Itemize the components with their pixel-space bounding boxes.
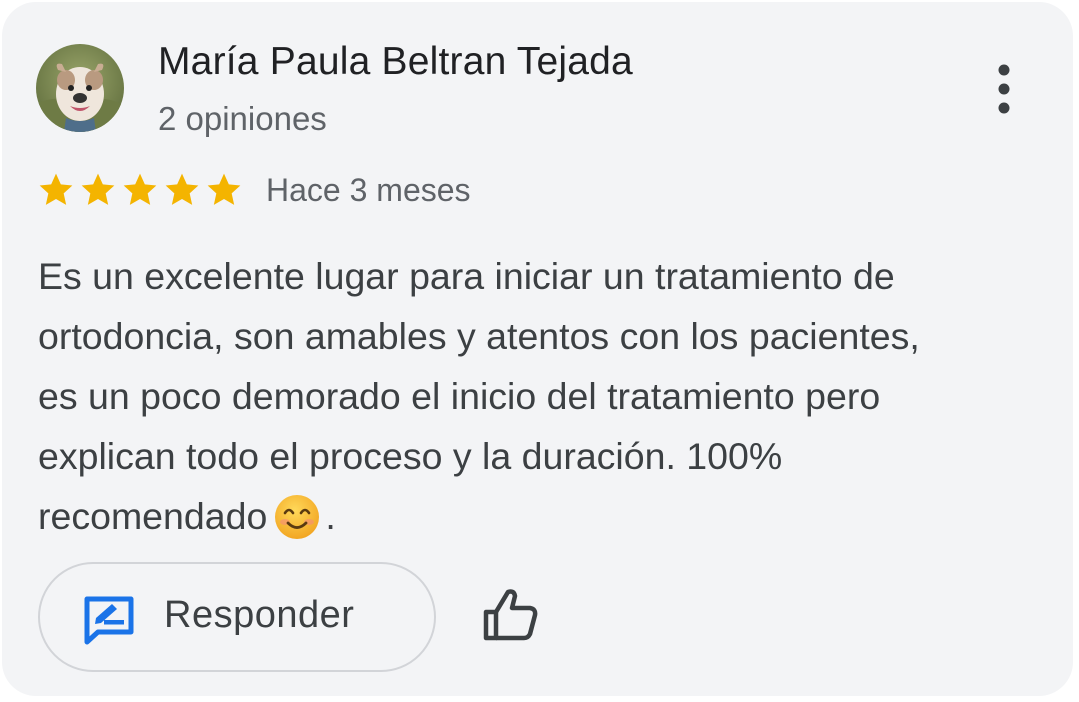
review-text-line: Es un excelente lugar para iniciar un tr… [38,255,895,297]
reviewer-avatar[interactable] [36,44,124,132]
review-text-line-last: recomendado . [38,486,1058,558]
reply-edit-icon [82,594,136,646]
reviewer-name[interactable]: María Paula Beltran Tejada [158,40,633,84]
bulldog-avatar-icon [36,44,124,132]
star-icon [165,173,199,205]
star-icon [39,173,73,205]
review-time: Hace 3 meses [266,172,471,208]
more-options-button[interactable] [984,60,1024,120]
thumbs-up-icon [483,589,538,641]
review-text-line: explican todo el proceso y la duración. … [38,435,783,477]
review-card: María Paula Beltran Tejada 2 opiniones H… [2,2,1073,696]
star-icon [81,173,115,205]
star-icon [123,173,157,205]
review-text-line: recomendado [38,495,268,537]
star-icon [207,173,241,205]
review-text-end: . [325,495,336,537]
review-text-line: ortodoncia, son amables y atentos con lo… [38,315,920,357]
review-text-line: es un poco demorado el inicio del tratam… [38,375,881,417]
reply-button[interactable]: Responder [38,562,436,672]
star-rating [36,170,244,214]
review-text: Es un excelente lugar para iniciar un tr… [38,246,1058,558]
reply-button-label: Responder [164,594,355,636]
reviewer-review-count: 2 opiniones [158,100,327,137]
like-button[interactable] [480,584,542,646]
more-vertical-icon [998,64,1010,114]
smiling-face-emoji-icon [273,493,321,558]
